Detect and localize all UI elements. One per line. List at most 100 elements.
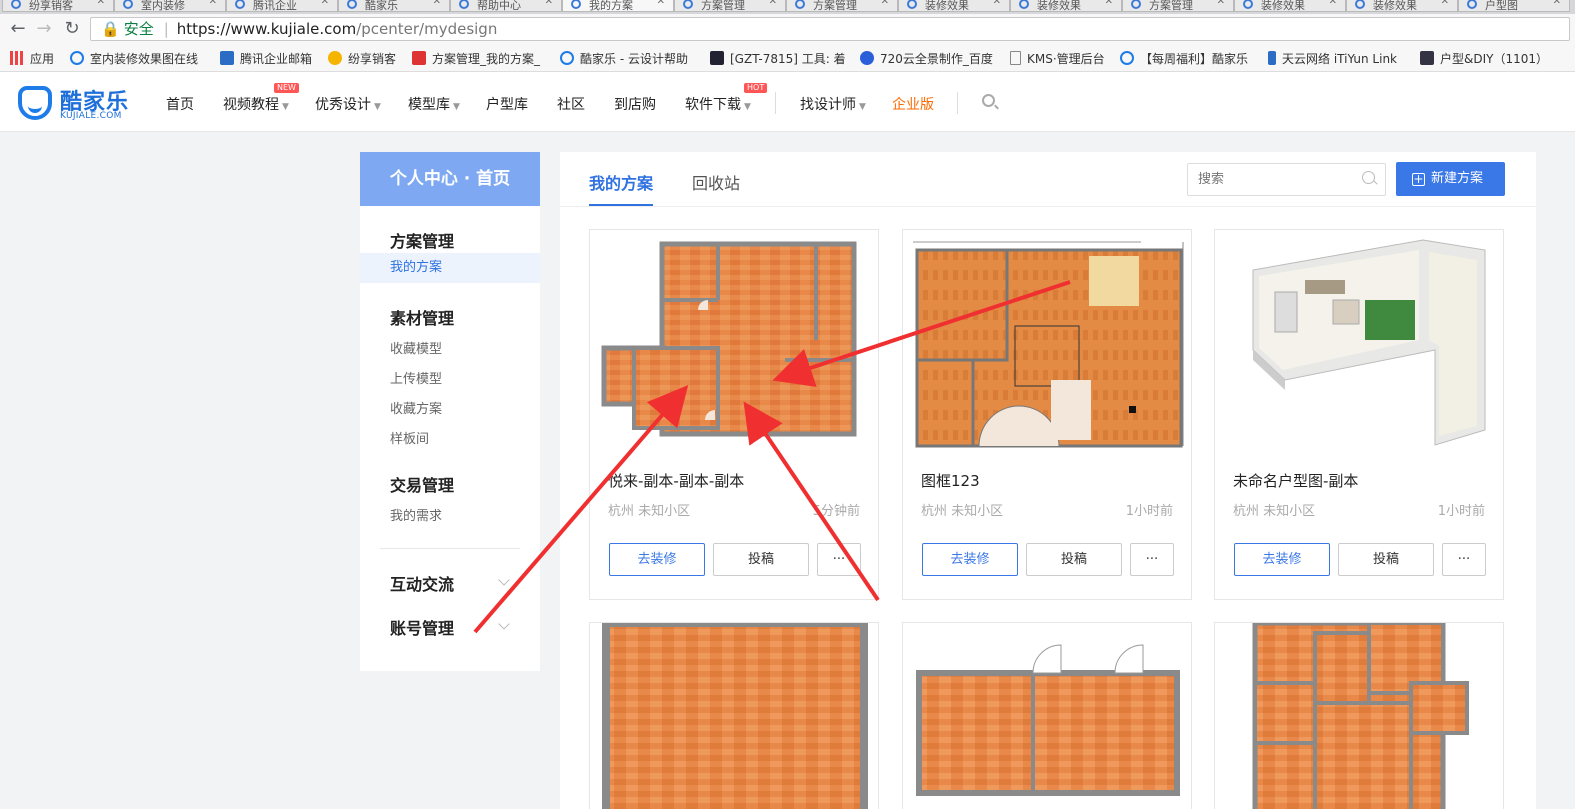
bookmark-item[interactable]: 酷家乐 - 云设计帮助 — [560, 50, 688, 68]
nav-home[interactable]: 首页 — [166, 94, 194, 114]
tab-favicon-icon — [347, 0, 357, 9]
nav-community[interactable]: 社区 — [557, 94, 585, 114]
browser-tab-active[interactable]: 我的方案 ✕ — [562, 0, 674, 12]
sidebar-item-favorite-plans[interactable]: 收藏方案 — [390, 398, 442, 417]
browser-tab[interactable]: 室内装修 ✕ — [114, 0, 226, 12]
sidebar-item-showrooms[interactable]: 样板间 — [390, 428, 429, 447]
tab-recycle-bin[interactable]: 回收站 — [692, 170, 740, 194]
nav-in-store[interactable]: 到店购 — [614, 94, 656, 114]
sidebar-item-my-requests[interactable]: 我的需求 — [390, 505, 442, 524]
close-icon[interactable]: ✕ — [1105, 0, 1113, 7]
close-icon[interactable]: ✕ — [97, 0, 105, 7]
floorplan-image — [1252, 623, 1469, 809]
chevron-down-icon[interactable] — [498, 574, 510, 586]
floorplan-thumbnail[interactable] — [903, 623, 1191, 809]
chevron-down-icon[interactable] — [498, 618, 510, 630]
close-icon[interactable]: ✕ — [433, 0, 441, 7]
browser-tab[interactable]: 酷家乐 ✕ — [338, 0, 450, 12]
plan-card[interactable]: 图框123 杭州 未知小区 1小时前 去装修 投稿 ··· — [902, 229, 1192, 600]
bookmark-item[interactable]: 方案管理_我的方案_ — [412, 50, 540, 68]
plan-card[interactable] — [902, 622, 1192, 809]
browser-tab[interactable]: 纷享销客 ✕ — [2, 0, 114, 12]
address-bar[interactable]: 🔒 安全 | https://www.kujiale.com/pcenter/myde… — [90, 17, 1570, 41]
plan-card[interactable] — [1214, 622, 1504, 809]
nav-floorplan-library[interactable]: 户型库 — [486, 94, 528, 114]
browser-tab[interactable]: 装修效果 ✕ — [898, 0, 1010, 12]
nav-enterprise[interactable]: 企业版 — [892, 94, 934, 114]
browser-tab[interactable]: 装修效果 ✕ — [1010, 0, 1122, 12]
close-icon[interactable]: ✕ — [1217, 0, 1225, 7]
browser-tab[interactable]: 方案管理 ✕ — [786, 0, 898, 12]
close-icon[interactable]: ✕ — [1329, 0, 1337, 7]
back-icon[interactable]: ← — [8, 18, 28, 40]
browser-tab[interactable]: 方案管理 ✕ — [674, 0, 786, 12]
bookmark-item[interactable]: KMS·管理后台 — [1010, 50, 1105, 68]
submit-button[interactable]: 投稿 — [1026, 543, 1122, 576]
forward-icon[interactable]: → — [34, 18, 54, 40]
bookmark-item[interactable]: 腾讯企业邮箱 — [220, 50, 312, 68]
floorplan-thumbnail[interactable] — [903, 230, 1191, 450]
plan-card[interactable]: 悦来-副本-副本-副本 杭州 未知小区 5分钟前 去装修 投稿 ··· — [589, 229, 879, 600]
personal-center-home[interactable]: 个人中心 · 首页 — [360, 152, 540, 206]
bookmark-item[interactable]: 【每周福利】酷家乐 — [1120, 50, 1248, 68]
sidebar-group-interaction[interactable]: 互动交流 — [390, 571, 454, 595]
nav-software-download[interactable]: 软件下载 ▼ — [685, 94, 751, 114]
more-options-button[interactable]: ··· — [817, 543, 861, 576]
submit-button[interactable]: 投稿 — [713, 543, 809, 576]
bookmark-item[interactable]: 户型&DIY（1101） — [1420, 50, 1548, 68]
floorplan-thumbnail[interactable] — [1215, 623, 1503, 809]
browser-tab[interactable]: 装修效果 ✕ — [1346, 0, 1458, 12]
sidebar-item-favorite-models[interactable]: 收藏模型 — [390, 338, 442, 357]
decorate-button[interactable]: 去装修 — [609, 543, 705, 576]
close-icon[interactable]: ✕ — [1553, 0, 1561, 7]
browser-tab[interactable]: 帮助中心 ✕ — [450, 0, 562, 12]
plan-title[interactable]: 图框123 — [921, 470, 980, 491]
floorplan-thumbnail[interactable] — [590, 230, 878, 450]
bookmark-item[interactable]: 纷享销客 — [328, 50, 396, 68]
plan-title[interactable]: 未命名户型图-副本 — [1233, 470, 1358, 491]
plan-card[interactable] — [589, 622, 879, 809]
browser-tab[interactable]: 腾讯企业 ✕ — [226, 0, 338, 12]
plan-card[interactable]: 未命名户型图-副本 杭州 未知小区 1小时前 去装修 投稿 ··· — [1214, 229, 1504, 600]
nav-model-library[interactable]: 模型库 ▼ — [408, 94, 460, 114]
bookmark-item[interactable]: 室内装修效果图在线 — [70, 50, 198, 68]
close-icon[interactable]: ✕ — [881, 0, 889, 7]
submit-button[interactable]: 投稿 — [1338, 543, 1434, 576]
bookmark-item[interactable]: [GZT-7815] 工具: 着 — [710, 50, 846, 68]
url-host: https://www.kujiale.com — [176, 20, 357, 38]
reload-icon[interactable]: ↻ — [62, 18, 82, 40]
browser-tab[interactable]: 装修效果 ✕ — [1234, 0, 1346, 12]
close-icon[interactable]: ✕ — [545, 0, 553, 7]
sidebar-item-my-plans[interactable]: 我的方案 — [360, 253, 540, 283]
nav-featured-designs[interactable]: 优秀设计 ▼ — [315, 94, 381, 114]
close-icon[interactable]: ✕ — [993, 0, 1001, 7]
browser-tab[interactable]: 方案管理 ✕ — [1122, 0, 1234, 12]
close-icon[interactable]: ✕ — [321, 0, 329, 7]
close-icon[interactable]: ✕ — [657, 0, 665, 7]
search-icon[interactable] — [1362, 171, 1375, 184]
bookmark-item[interactable]: 720云全景制作_百度 — [860, 50, 993, 68]
decorate-button[interactable]: 去装修 — [922, 543, 1018, 576]
tab-favicon-icon — [11, 0, 21, 9]
nav-video-tutorials[interactable]: 视频教程 ▼ — [223, 94, 289, 114]
sidebar-item-upload-models[interactable]: 上传模型 — [390, 368, 442, 387]
new-plan-button[interactable]: + 新建方案 — [1396, 162, 1505, 196]
floorplan-thumbnail[interactable] — [590, 623, 878, 809]
close-icon[interactable]: ✕ — [209, 0, 217, 7]
close-icon[interactable]: ✕ — [769, 0, 777, 7]
sidebar-group-account[interactable]: 账号管理 — [390, 615, 454, 639]
search-input[interactable] — [1187, 163, 1386, 196]
plan-title[interactable]: 悦来-副本-副本-副本 — [608, 470, 744, 491]
tab-my-plans[interactable]: 我的方案 — [589, 170, 653, 194]
bookmark-item[interactable]: 天云网络 iTiYun Link — [1268, 50, 1397, 68]
browser-tab[interactable]: 户型图 ✕ — [1458, 0, 1570, 12]
nav-find-designer[interactable]: 找设计师 ▼ — [800, 94, 866, 114]
3d-room-thumbnail[interactable] — [1215, 230, 1503, 450]
search-icon[interactable] — [982, 94, 995, 107]
kujiale-logo[interactable]: 酷家乐 KUJIALE.COM — [18, 84, 138, 124]
close-icon[interactable]: ✕ — [1441, 0, 1449, 7]
more-options-button[interactable]: ··· — [1442, 543, 1486, 576]
more-options-button[interactable]: ··· — [1130, 543, 1174, 576]
decorate-button[interactable]: 去装修 — [1234, 543, 1330, 576]
bookmark-apps[interactable]: 应用 — [10, 50, 54, 68]
